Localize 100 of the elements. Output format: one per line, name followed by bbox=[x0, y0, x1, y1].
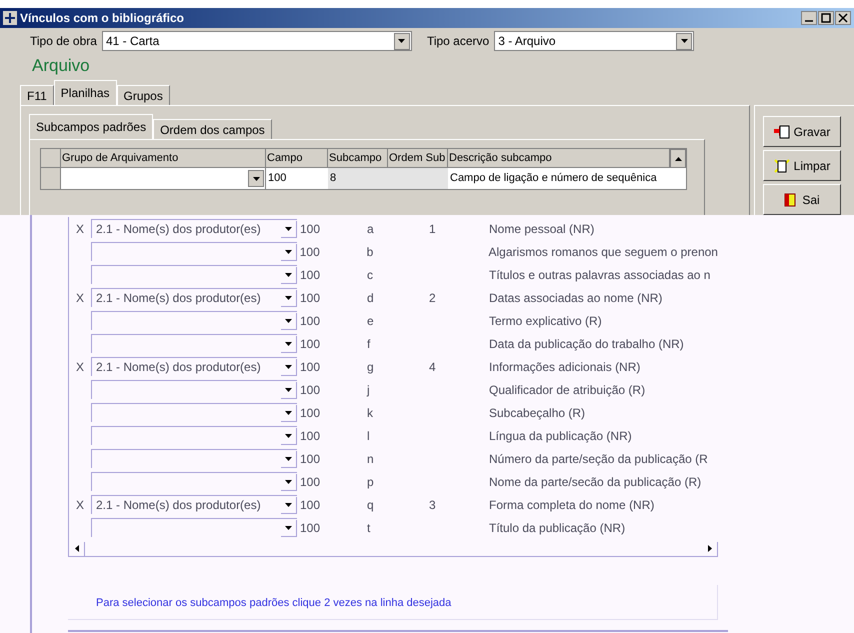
table-cell-text: e bbox=[366, 312, 375, 330]
dropdown-field[interactable]: 2.1 - Nome(s) dos produtor(es) bbox=[91, 357, 297, 376]
table-cell-text: 100 bbox=[299, 266, 322, 284]
caret-icon bbox=[680, 39, 688, 44]
dropdown-button[interactable] bbox=[394, 32, 410, 50]
table-cell-text: Títulos e outras palavras associadas ao n bbox=[489, 266, 710, 284]
dropdown-button[interactable] bbox=[676, 32, 692, 50]
caret-icon bbox=[285, 342, 292, 346]
table-cell-text: Nome pessoal (NR) bbox=[489, 220, 594, 238]
dropdown-field[interactable] bbox=[91, 449, 297, 468]
table-cell-text: 100 bbox=[298, 244, 321, 260]
table-cell-text: Forma completa do nome (NR) bbox=[489, 496, 654, 514]
table-cell-text: Nome da parte/secão da publicação (R) bbox=[489, 474, 702, 490]
dropdown-field[interactable] bbox=[91, 380, 297, 399]
table-cell-text: k bbox=[366, 404, 374, 422]
caret-icon bbox=[285, 272, 292, 276]
dropdown-field[interactable] bbox=[91, 426, 297, 445]
close-button[interactable] bbox=[835, 10, 851, 25]
caret-icon bbox=[285, 388, 292, 392]
minimize-button[interactable] bbox=[801, 10, 817, 25]
action-button[interactable]: Gravar bbox=[763, 116, 841, 147]
maximize-button[interactable] bbox=[818, 10, 834, 25]
table-cell-text: Informações adicionais (NR) bbox=[489, 358, 640, 376]
row-header-cell[interactable] bbox=[41, 168, 61, 189]
dropdown-button[interactable] bbox=[281, 358, 297, 376]
dropdown-button[interactable] bbox=[281, 290, 297, 306]
dropdown-button[interactable] bbox=[281, 266, 297, 284]
caret-icon bbox=[284, 250, 292, 254]
table-cell-text: 100 bbox=[299, 520, 322, 536]
dropdown-button[interactable] bbox=[281, 220, 297, 238]
table-cell-text: c bbox=[366, 266, 374, 284]
caret-icon bbox=[398, 39, 406, 44]
caret-icon bbox=[285, 526, 292, 530]
action-button[interactable]: Sai bbox=[763, 184, 841, 215]
caret-icon bbox=[285, 364, 292, 368]
row-marker: X bbox=[74, 290, 85, 306]
table-cell-text: 100 bbox=[299, 312, 322, 330]
dropdown-field[interactable]: 41 - Carta bbox=[102, 31, 412, 52]
dropdown-field[interactable]: 2.1 - Nome(s) dos produtor(es) bbox=[91, 288, 297, 307]
table-cell bbox=[388, 168, 448, 189]
app-icon bbox=[3, 10, 17, 25]
dropdown-button[interactable] bbox=[281, 404, 297, 422]
row-marker: X bbox=[74, 220, 85, 238]
table-cell-text: Número da parte/seção da publicação (R bbox=[489, 450, 708, 468]
maximize-icon bbox=[821, 12, 831, 23]
window-title: Vínculos com o bibliográfico bbox=[20, 10, 186, 27]
table-cell-text: a bbox=[366, 220, 375, 238]
action-button[interactable]: Limpar bbox=[763, 150, 841, 181]
field-label: Tipo acervo bbox=[426, 33, 490, 50]
table-cell-text: 100 bbox=[299, 382, 322, 398]
dropdown-field[interactable]: 2.1 - Nome(s) dos produtor(es) bbox=[91, 495, 297, 514]
dropdown-button[interactable] bbox=[281, 428, 297, 444]
table-cell-text: 100 bbox=[299, 404, 322, 422]
section-heading: Arquivo bbox=[31, 55, 91, 77]
tab[interactable]: F11 bbox=[20, 85, 54, 105]
caret-icon bbox=[285, 480, 292, 484]
caret-icon bbox=[708, 545, 712, 552]
dropdown-field[interactable] bbox=[91, 518, 297, 537]
dropdown-button[interactable] bbox=[280, 244, 297, 260]
dropdown-button[interactable] bbox=[281, 474, 297, 490]
dropdown-field[interactable] bbox=[91, 311, 297, 330]
door-icon bbox=[784, 192, 798, 206]
table-cell-text: q bbox=[366, 496, 375, 514]
table-cell-text: 3 bbox=[429, 496, 437, 514]
dropdown-field[interactable]: 2.1 - Nome(s) dos produtor(es) bbox=[91, 219, 297, 238]
dropdown-button[interactable] bbox=[281, 450, 297, 468]
table-cell-text: g bbox=[366, 358, 375, 376]
dropdown-button[interactable] bbox=[281, 496, 297, 514]
dropdown-button[interactable] bbox=[281, 520, 297, 536]
table-cell-text: 2 bbox=[429, 290, 437, 306]
dropdown-field[interactable] bbox=[91, 403, 297, 422]
tab[interactable]: Subcampos padrões bbox=[29, 114, 154, 140]
caret-icon bbox=[285, 434, 292, 438]
table-cell-text: Título da publicação (NR) bbox=[489, 520, 626, 536]
scroll-up-button[interactable] bbox=[670, 149, 686, 168]
table-cell-text: b bbox=[366, 244, 374, 260]
dropdown-button[interactable] bbox=[281, 336, 297, 352]
table-cell-text: 100 bbox=[299, 220, 322, 238]
table-cell-text: Subcabeçalho (R) bbox=[489, 404, 586, 422]
table-cell-text: 100 bbox=[299, 358, 322, 376]
dropdown-button[interactable] bbox=[281, 312, 297, 330]
table-cell-text: 100 bbox=[299, 428, 322, 444]
table-cell-text: Termo explicativo (R) bbox=[489, 312, 602, 330]
dropdown-field[interactable] bbox=[91, 334, 297, 353]
dropdown-button[interactable] bbox=[248, 170, 264, 187]
table-cell-text: 4 bbox=[429, 358, 437, 376]
tab[interactable]: Grupos bbox=[116, 85, 170, 105]
table-cell: 8 bbox=[328, 168, 388, 189]
minimize-icon bbox=[805, 20, 813, 22]
dropdown-field[interactable] bbox=[90, 242, 297, 261]
dropdown-field[interactable] bbox=[91, 472, 297, 491]
close-icon bbox=[838, 12, 848, 23]
dropdown-field[interactable]: 3 - Arquivo bbox=[494, 31, 694, 52]
dropdown-field[interactable] bbox=[91, 265, 297, 284]
tab[interactable]: Planilhas bbox=[54, 80, 116, 106]
caret-icon bbox=[252, 176, 260, 180]
caret-icon bbox=[285, 226, 292, 230]
dropdown-button[interactable] bbox=[281, 382, 297, 398]
table-cell-text: 1 bbox=[429, 220, 437, 238]
tab[interactable]: Ordem dos campos bbox=[153, 119, 272, 139]
